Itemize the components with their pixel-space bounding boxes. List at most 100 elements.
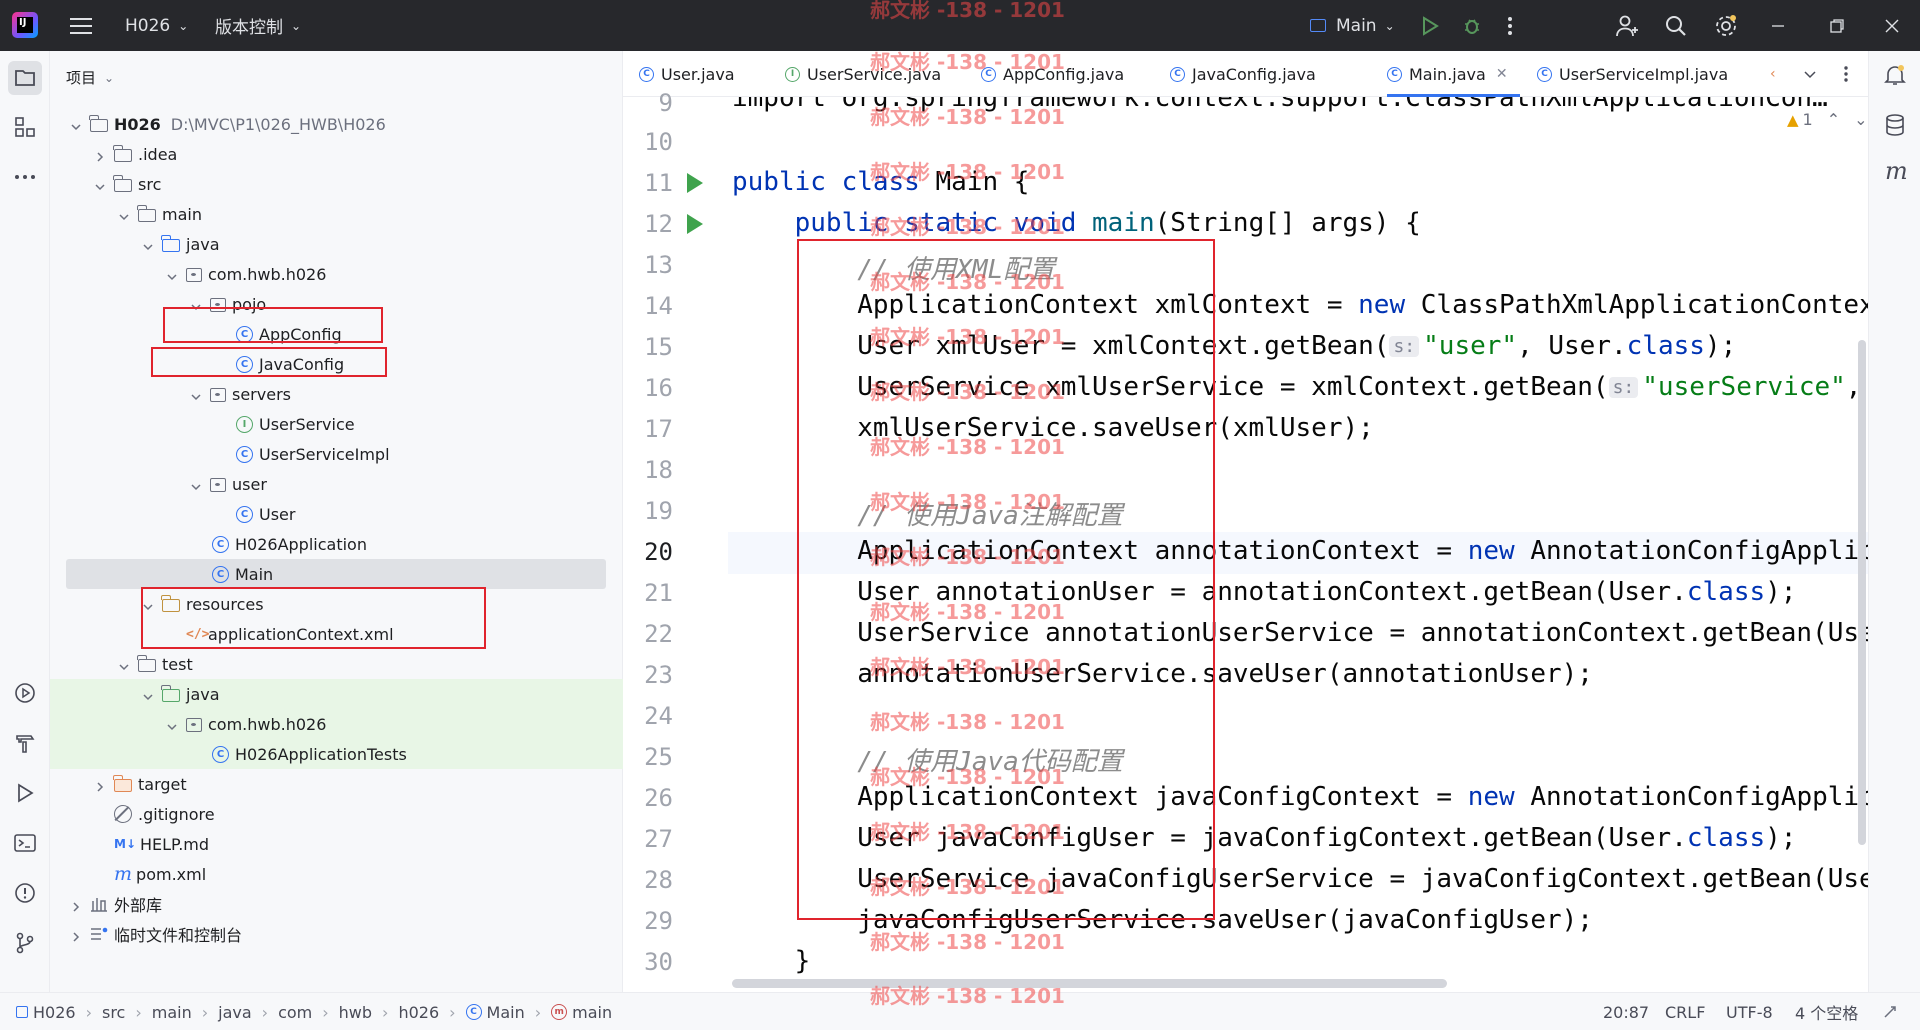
interface-icon: I — [785, 66, 800, 82]
horizontal-scrollbar[interactable] — [732, 979, 1447, 988]
structure-icon[interactable] — [13, 115, 37, 139]
tree-item-target[interactable]: target — [50, 769, 623, 799]
line-number: 24 — [644, 702, 673, 730]
file-encoding[interactable]: UTF-8 — [1726, 993, 1773, 1030]
tree-item-root[interactable]: H026 D:\MVC\P1\026_HWB\H026 — [50, 109, 623, 139]
project-folder-icon[interactable] — [8, 61, 42, 95]
close-icon[interactable] — [1885, 0, 1899, 51]
line-ending[interactable]: CRLF — [1665, 993, 1705, 1030]
notifications-bell-icon[interactable] — [1883, 63, 1907, 91]
project-switcher[interactable]: H026 ⌄ — [125, 0, 188, 51]
tree-label: 外部库 — [114, 896, 163, 915]
vertical-scrollbar[interactable] — [1858, 340, 1866, 845]
tree-item-test[interactable]: test — [50, 649, 623, 679]
tree-item-h026applicationtests[interactable]: C H026ApplicationTests — [50, 739, 623, 769]
breadcrumb-item[interactable]: Main — [487, 1003, 525, 1022]
tree-item-test-package[interactable]: com.hwb.h026 — [50, 709, 623, 739]
folder-icon — [137, 655, 156, 672]
tree-item-scratches[interactable]: 临时文件和控制台 — [50, 919, 623, 949]
chevron-down-icon[interactable]: ⌄ — [1854, 110, 1867, 129]
run-tool-icon[interactable] — [13, 781, 37, 805]
chevron-down-icon — [118, 658, 130, 671]
tree-item-java[interactable]: java — [50, 229, 623, 259]
tree-item-external-libs[interactable]: 外部库 — [50, 889, 623, 919]
restore-icon[interactable] — [1830, 0, 1844, 51]
line-number: 16 — [644, 374, 673, 402]
services-icon[interactable] — [13, 681, 37, 705]
chevron-up-icon[interactable]: ⌃ — [1827, 110, 1840, 129]
breadcrumb-item[interactable]: H026 — [33, 1003, 76, 1022]
breadcrumb-item[interactable]: java — [218, 1003, 252, 1022]
tree-item-userservice[interactable]: I UserService — [50, 409, 623, 439]
tab-list-chevron-down-icon[interactable] — [1803, 51, 1817, 97]
watermark: 郝文彬 -138 - 1201 — [870, 875, 1065, 899]
git-branch-icon[interactable] — [13, 931, 37, 955]
run-config-selector[interactable]: Main ⌄ — [1310, 0, 1395, 51]
caret-position[interactable]: 20:87 — [1603, 993, 1649, 1030]
folder-icon — [89, 115, 108, 132]
tree-item-servers[interactable]: servers — [50, 379, 623, 409]
more-tools-icon[interactable] — [13, 165, 37, 189]
tab-userserviceimpl-java[interactable]: C UserServiceImpl.java — [1537, 51, 1728, 97]
run-gutter-icon[interactable] — [687, 214, 703, 234]
breadcrumb-item[interactable]: h026 — [398, 1003, 439, 1022]
vcs-menu[interactable]: 版本控制 ⌄ — [215, 0, 301, 51]
run-gutter-icon[interactable] — [687, 173, 703, 193]
indent-setting[interactable]: 4 个空格 — [1795, 993, 1858, 1030]
tree-item-src[interactable]: src — [50, 169, 623, 199]
chevron-down-icon — [94, 178, 106, 191]
project-panel-header[interactable]: 项目 ⌄ — [66, 67, 114, 88]
tree-item-main-class[interactable]: C Main — [66, 559, 606, 589]
inspection-widget[interactable]: ▲ 1 ⌃ ⌄ — [1787, 110, 1868, 129]
tree-item-test-java[interactable]: java — [50, 679, 623, 709]
tree-label: com.hwb.h026 — [208, 264, 327, 284]
add-user-icon[interactable] — [1615, 0, 1639, 51]
tree-item-user-package[interactable]: user — [50, 469, 623, 499]
main-menu-icon[interactable] — [70, 0, 92, 51]
build-hammer-icon[interactable] — [13, 731, 37, 755]
database-icon[interactable] — [1883, 113, 1907, 141]
tree-item-h026application[interactable]: C H026Application — [50, 529, 623, 559]
watermark: 郝文彬 -138 - 1201 — [870, 710, 1065, 734]
project-tool-window: 项目 ⌄ H026 D:\MVC\P1\026_HWB\H026 .idea s… — [50, 51, 623, 992]
problems-icon[interactable] — [13, 881, 37, 905]
tree-item-userserviceimpl[interactable]: C UserServiceImpl — [50, 439, 623, 469]
tree-item-main[interactable]: main — [50, 199, 623, 229]
tree-label: .gitignore — [138, 804, 215, 824]
tab-main-java[interactable]: C Main.java ✕ — [1387, 51, 1520, 97]
watermark: 郝文彬 -138 - 1201 — [870, 765, 1065, 789]
debug-icon[interactable] — [1462, 0, 1482, 51]
breadcrumb-item[interactable]: src — [102, 1003, 125, 1022]
breadcrumb-item[interactable]: main — [152, 1003, 192, 1022]
run-icon[interactable] — [1420, 0, 1440, 51]
tree-item-gitignore[interactable]: .gitignore — [50, 799, 623, 829]
tree-item-help[interactable]: M↓ HELP.md — [50, 829, 623, 859]
settings-gear-icon[interactable] — [1714, 0, 1738, 51]
search-icon[interactable] — [1665, 0, 1687, 51]
minimize-icon[interactable] — [1771, 0, 1785, 51]
more-actions-icon[interactable] — [1507, 0, 1513, 51]
tree-label: .idea — [138, 144, 178, 164]
tab-javaconfig-java[interactable]: C JavaConfig.java — [1170, 51, 1316, 97]
tab-label: User.java — [661, 64, 735, 84]
app-logo-icon[interactable]: IJ — [12, 12, 38, 38]
class-icon: C — [1387, 66, 1402, 82]
tree-label: H026Application — [235, 534, 367, 554]
package-icon — [186, 268, 202, 282]
tree-item-package[interactable]: com.hwb.h026 — [50, 259, 623, 289]
close-tab-icon[interactable]: ✕ — [1496, 66, 1508, 82]
maven-tool-icon[interactable]: m — [1885, 157, 1908, 185]
lock-icon[interactable] — [1882, 993, 1898, 1030]
line-number: 26 — [644, 784, 673, 812]
watermark: 郝文彬 -138 - 1201 — [870, 545, 1065, 569]
terminal-icon[interactable] — [13, 831, 37, 855]
tab-more-icon[interactable] — [1843, 51, 1849, 97]
tab-overflow-left-icon[interactable]: ‹ — [1770, 51, 1776, 97]
tree-item-idea[interactable]: .idea — [50, 139, 623, 169]
test-folder-icon — [161, 685, 180, 702]
tree-item-pom[interactable]: m pom.xml — [50, 859, 623, 889]
breadcrumb-item[interactable]: hwb — [339, 1003, 372, 1022]
breadcrumb-item[interactable]: main — [572, 1003, 612, 1022]
tree-item-user-class[interactable]: C User — [50, 499, 623, 529]
breadcrumb-item[interactable]: com — [278, 1003, 312, 1022]
